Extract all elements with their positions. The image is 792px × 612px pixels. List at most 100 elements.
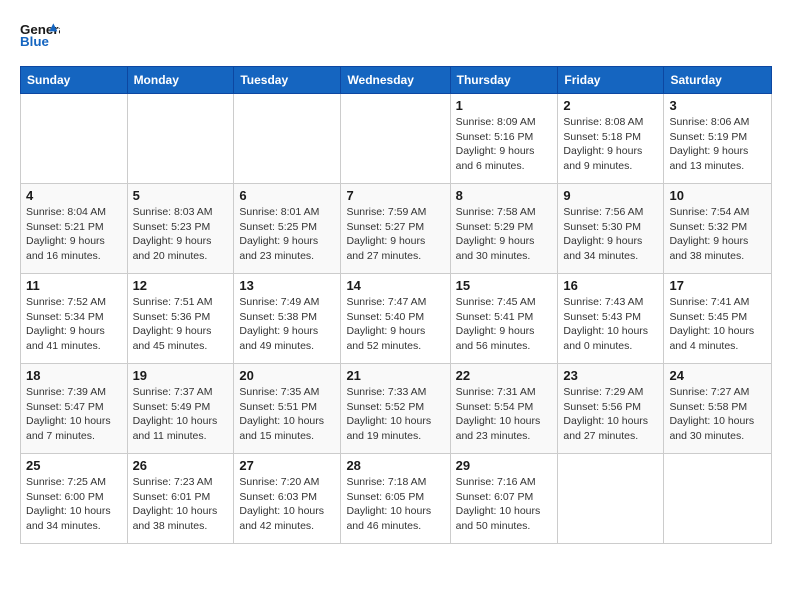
day-number: 28 bbox=[346, 458, 444, 473]
calendar-body: 1Sunrise: 8:09 AMSunset: 5:16 PMDaylight… bbox=[21, 94, 772, 544]
calendar-cell: 13 Sunrise: 7:49 AMSunset: 5:38 PMDayligh… bbox=[234, 274, 341, 364]
week-row-3: 11 Sunrise: 7:52 AMSunset: 5:34 PMDayligh… bbox=[21, 274, 772, 364]
day-detail: Sunrise: 7:51 AMSunset: 5:36 PMDaylight:… bbox=[133, 295, 229, 354]
calendar-cell: 15 Sunrise: 7:45 AMSunset: 5:41 PMDayligh… bbox=[450, 274, 558, 364]
day-detail: Sunrise: 7:20 AMSunset: 6:03 PMDaylight:… bbox=[239, 475, 335, 534]
day-number: 11 bbox=[26, 278, 122, 293]
day-detail: Sunrise: 7:47 AMSunset: 5:40 PMDaylight:… bbox=[346, 295, 444, 354]
calendar-header: SundayMondayTuesdayWednesdayThursdayFrid… bbox=[21, 67, 772, 94]
day-number: 7 bbox=[346, 188, 444, 203]
day-detail: Sunrise: 7:23 AMSunset: 6:01 PMDaylight:… bbox=[133, 475, 229, 534]
day-detail: Sunrise: 7:39 AMSunset: 5:47 PMDaylight:… bbox=[26, 385, 122, 444]
calendar-table: SundayMondayTuesdayWednesdayThursdayFrid… bbox=[20, 66, 772, 544]
calendar-cell bbox=[664, 454, 772, 544]
calendar-cell: 16 Sunrise: 7:43 AMSunset: 5:43 PMDayligh… bbox=[558, 274, 664, 364]
calendar-cell: 28 Sunrise: 7:18 AMSunset: 6:05 PMDayligh… bbox=[341, 454, 450, 544]
calendar-cell: 27 Sunrise: 7:20 AMSunset: 6:03 PMDayligh… bbox=[234, 454, 341, 544]
day-detail: Sunrise: 7:56 AMSunset: 5:30 PMDaylight:… bbox=[563, 205, 658, 264]
day-number: 2 bbox=[563, 98, 658, 113]
calendar-cell: 5 Sunrise: 8:03 AMSunset: 5:23 PMDaylight… bbox=[127, 184, 234, 274]
day-detail: Sunrise: 7:37 AMSunset: 5:49 PMDaylight:… bbox=[133, 385, 229, 444]
day-number: 21 bbox=[346, 368, 444, 383]
day-detail: Sunrise: 8:04 AMSunset: 5:21 PMDaylight:… bbox=[26, 205, 122, 264]
day-detail: Sunrise: 8:01 AMSunset: 5:25 PMDaylight:… bbox=[239, 205, 335, 264]
day-number: 26 bbox=[133, 458, 229, 473]
day-detail: Sunrise: 7:45 AMSunset: 5:41 PMDaylight:… bbox=[456, 295, 553, 354]
calendar-cell: 20Sunrise: 7:35 AMSunset: 5:51 PMDayligh… bbox=[234, 364, 341, 454]
day-detail: Sunrise: 7:54 AMSunset: 5:32 PMDaylight:… bbox=[669, 205, 766, 264]
day-number: 4 bbox=[26, 188, 122, 203]
day-detail: Sunrise: 7:43 AMSunset: 5:43 PMDaylight:… bbox=[563, 295, 658, 354]
calendar-cell: 4 Sunrise: 8:04 AMSunset: 5:21 PMDaylight… bbox=[21, 184, 128, 274]
day-detail: Sunrise: 7:35 AMSunset: 5:51 PMDaylight:… bbox=[239, 385, 335, 444]
day-number: 9 bbox=[563, 188, 658, 203]
day-of-week-sunday: Sunday bbox=[21, 67, 128, 94]
day-number: 13 bbox=[239, 278, 335, 293]
calendar-cell: 10 Sunrise: 7:54 AMSunset: 5:32 PMDayligh… bbox=[664, 184, 772, 274]
week-row-5: 25 Sunrise: 7:25 AMSunset: 6:00 PMDayligh… bbox=[21, 454, 772, 544]
calendar-cell: 14 Sunrise: 7:47 AMSunset: 5:40 PMDayligh… bbox=[341, 274, 450, 364]
calendar-cell: 26 Sunrise: 7:23 AMSunset: 6:01 PMDayligh… bbox=[127, 454, 234, 544]
day-detail: Sunrise: 7:49 AMSunset: 5:38 PMDaylight:… bbox=[239, 295, 335, 354]
calendar-cell: 22 Sunrise: 7:31 AMSunset: 5:54 PMDayligh… bbox=[450, 364, 558, 454]
day-number: 17 bbox=[669, 278, 766, 293]
week-row-2: 4 Sunrise: 8:04 AMSunset: 5:21 PMDaylight… bbox=[21, 184, 772, 274]
calendar-cell: 3Sunrise: 8:06 AMSunset: 5:19 PMDaylight… bbox=[664, 94, 772, 184]
day-detail: Sunrise: 7:16 AMSunset: 6:07 PMDaylight:… bbox=[456, 475, 553, 534]
day-of-week-thursday: Thursday bbox=[450, 67, 558, 94]
calendar-cell: 17 Sunrise: 7:41 AMSunset: 5:45 PMDayligh… bbox=[664, 274, 772, 364]
calendar-cell bbox=[21, 94, 128, 184]
calendar-cell: 2 Sunrise: 8:08 AMSunset: 5:18 PMDaylight… bbox=[558, 94, 664, 184]
calendar-cell bbox=[558, 454, 664, 544]
day-of-week-friday: Friday bbox=[558, 67, 664, 94]
day-number: 1 bbox=[456, 98, 553, 113]
day-number: 19 bbox=[133, 368, 229, 383]
day-detail: Sunrise: 8:08 AMSunset: 5:18 PMDaylight:… bbox=[563, 115, 658, 174]
day-number: 14 bbox=[346, 278, 444, 293]
day-of-week-saturday: Saturday bbox=[664, 67, 772, 94]
svg-text:Blue: Blue bbox=[20, 34, 49, 49]
calendar-cell bbox=[341, 94, 450, 184]
day-number: 25 bbox=[26, 458, 122, 473]
days-of-week-row: SundayMondayTuesdayWednesdayThursdayFrid… bbox=[21, 67, 772, 94]
day-detail: Sunrise: 7:41 AMSunset: 5:45 PMDaylight:… bbox=[669, 295, 766, 354]
calendar-cell: 7 Sunrise: 7:59 AMSunset: 5:27 PMDaylight… bbox=[341, 184, 450, 274]
calendar-cell: 29 Sunrise: 7:16 AMSunset: 6:07 PMDayligh… bbox=[450, 454, 558, 544]
calendar-cell: 25 Sunrise: 7:25 AMSunset: 6:00 PMDayligh… bbox=[21, 454, 128, 544]
day-detail: Sunrise: 8:06 AMSunset: 5:19 PMDaylight:… bbox=[669, 115, 766, 174]
day-detail: Sunrise: 7:18 AMSunset: 6:05 PMDaylight:… bbox=[346, 475, 444, 534]
day-number: 8 bbox=[456, 188, 553, 203]
calendar-cell: 6Sunrise: 8:01 AMSunset: 5:25 PMDaylight… bbox=[234, 184, 341, 274]
day-number: 27 bbox=[239, 458, 335, 473]
day-of-week-wednesday: Wednesday bbox=[341, 67, 450, 94]
calendar-cell: 8 Sunrise: 7:58 AMSunset: 5:29 PMDaylight… bbox=[450, 184, 558, 274]
calendar-cell: 1Sunrise: 8:09 AMSunset: 5:16 PMDaylight… bbox=[450, 94, 558, 184]
day-number: 23 bbox=[563, 368, 658, 383]
day-number: 12 bbox=[133, 278, 229, 293]
page-header: General Blue bbox=[20, 16, 772, 56]
day-number: 5 bbox=[133, 188, 229, 203]
day-detail: Sunrise: 7:27 AMSunset: 5:58 PMDaylight:… bbox=[669, 385, 766, 444]
day-number: 22 bbox=[456, 368, 553, 383]
day-number: 10 bbox=[669, 188, 766, 203]
day-detail: Sunrise: 7:58 AMSunset: 5:29 PMDaylight:… bbox=[456, 205, 553, 264]
day-detail: Sunrise: 7:29 AMSunset: 5:56 PMDaylight:… bbox=[563, 385, 658, 444]
week-row-1: 1Sunrise: 8:09 AMSunset: 5:16 PMDaylight… bbox=[21, 94, 772, 184]
calendar-cell: 19 Sunrise: 7:37 AMSunset: 5:49 PMDayligh… bbox=[127, 364, 234, 454]
day-of-week-tuesday: Tuesday bbox=[234, 67, 341, 94]
day-detail: Sunrise: 7:52 AMSunset: 5:34 PMDaylight:… bbox=[26, 295, 122, 354]
calendar-cell: 9 Sunrise: 7:56 AMSunset: 5:30 PMDaylight… bbox=[558, 184, 664, 274]
day-detail: Sunrise: 8:03 AMSunset: 5:23 PMDaylight:… bbox=[133, 205, 229, 264]
calendar-cell bbox=[234, 94, 341, 184]
logo-icon: General Blue bbox=[20, 16, 60, 56]
calendar-cell: 12 Sunrise: 7:51 AMSunset: 5:36 PMDayligh… bbox=[127, 274, 234, 364]
day-detail: Sunrise: 7:25 AMSunset: 6:00 PMDaylight:… bbox=[26, 475, 122, 534]
logo: General Blue bbox=[20, 16, 60, 56]
day-number: 15 bbox=[456, 278, 553, 293]
day-number: 16 bbox=[563, 278, 658, 293]
calendar-cell: 24Sunrise: 7:27 AMSunset: 5:58 PMDayligh… bbox=[664, 364, 772, 454]
day-detail: Sunrise: 7:59 AMSunset: 5:27 PMDaylight:… bbox=[346, 205, 444, 264]
calendar-cell bbox=[127, 94, 234, 184]
day-detail: Sunrise: 7:31 AMSunset: 5:54 PMDaylight:… bbox=[456, 385, 553, 444]
day-number: 29 bbox=[456, 458, 553, 473]
